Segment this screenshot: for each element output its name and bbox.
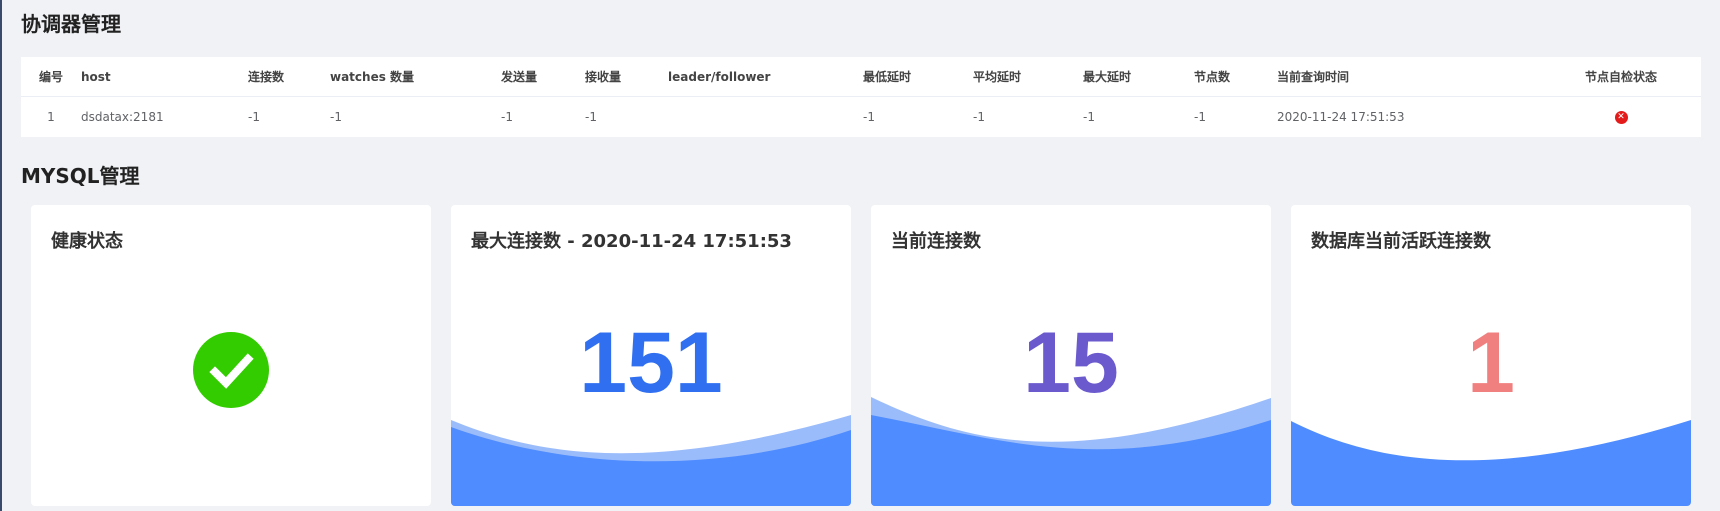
active-connections-value: 1 bbox=[1467, 315, 1515, 411]
table-row[interactable]: 1 dsdatax:2181 -1 -1 -1 -1 -1 -1 -1 -1 2… bbox=[21, 97, 1701, 137]
column-header-watches: watches 数量 bbox=[330, 70, 415, 84]
max-connections-card: 最大连接数 - 2020-11-24 17:51:53 151 bbox=[451, 205, 851, 506]
active-connections-card: 数据库当前活跃连接数 1 bbox=[1291, 205, 1691, 506]
card-title-max-connections: 最大连接数 - 2020-11-24 17:51:53 bbox=[471, 231, 792, 252]
table-header-row: 编号 host 连接数 watches 数量 发送量 接收量 leader/fo… bbox=[21, 57, 1701, 97]
cell-host: dsdatax:2181 bbox=[81, 110, 164, 124]
card-title-active-connections: 数据库当前活跃连接数 bbox=[1311, 231, 1491, 252]
cell-max-latency: -1 bbox=[1083, 110, 1095, 124]
cell-watches: -1 bbox=[330, 110, 342, 124]
card-title-current-connections: 当前连接数 bbox=[891, 231, 981, 252]
cell-nodes: -1 bbox=[1194, 110, 1206, 124]
column-header-status: 节点自检状态 bbox=[1584, 70, 1657, 84]
cell-index: 1 bbox=[47, 110, 55, 124]
column-header-connections: 连接数 bbox=[248, 70, 285, 84]
max-connections-value: 151 bbox=[579, 315, 723, 411]
column-header-role: leader/follower bbox=[668, 70, 771, 84]
column-header-host: host bbox=[81, 70, 111, 84]
cell-min-latency: -1 bbox=[863, 110, 875, 124]
cell-received: -1 bbox=[585, 110, 597, 124]
column-header-index: 编号 bbox=[38, 70, 63, 84]
column-header-nodes: 节点数 bbox=[1194, 70, 1231, 84]
cell-query-time: 2020-11-24 17:51:53 bbox=[1277, 110, 1405, 124]
left-edge-bar bbox=[0, 0, 2, 511]
cell-avg-latency: -1 bbox=[973, 110, 985, 124]
column-header-avg-latency: 平均延时 bbox=[973, 70, 1022, 84]
column-header-sent: 发送量 bbox=[501, 70, 538, 84]
coordinator-section-title: 协调器管理 bbox=[21, 12, 121, 36]
mysql-section-title: MYSQL管理 bbox=[21, 164, 140, 188]
error-status-icon: ✕ bbox=[1614, 111, 1628, 124]
column-header-min-latency: 最低延时 bbox=[863, 70, 912, 84]
current-connections-value: 15 bbox=[1023, 315, 1119, 411]
cell-connections: -1 bbox=[248, 110, 260, 124]
column-header-received: 接收量 bbox=[585, 70, 622, 84]
health-status-card: 健康状态 bbox=[31, 205, 431, 506]
card-title-health: 健康状态 bbox=[51, 231, 123, 252]
check-circle-icon bbox=[193, 332, 269, 408]
coordinator-table: 编号 host 连接数 watches 数量 发送量 接收量 leader/fo… bbox=[21, 57, 1701, 137]
cell-sent: -1 bbox=[501, 110, 513, 124]
column-header-max-latency: 最大延时 bbox=[1083, 70, 1132, 84]
column-header-query-time: 当前查询时间 bbox=[1277, 70, 1350, 84]
current-connections-card: 当前连接数 15 bbox=[871, 205, 1271, 506]
cell-status: ✕ bbox=[1561, 97, 1681, 137]
